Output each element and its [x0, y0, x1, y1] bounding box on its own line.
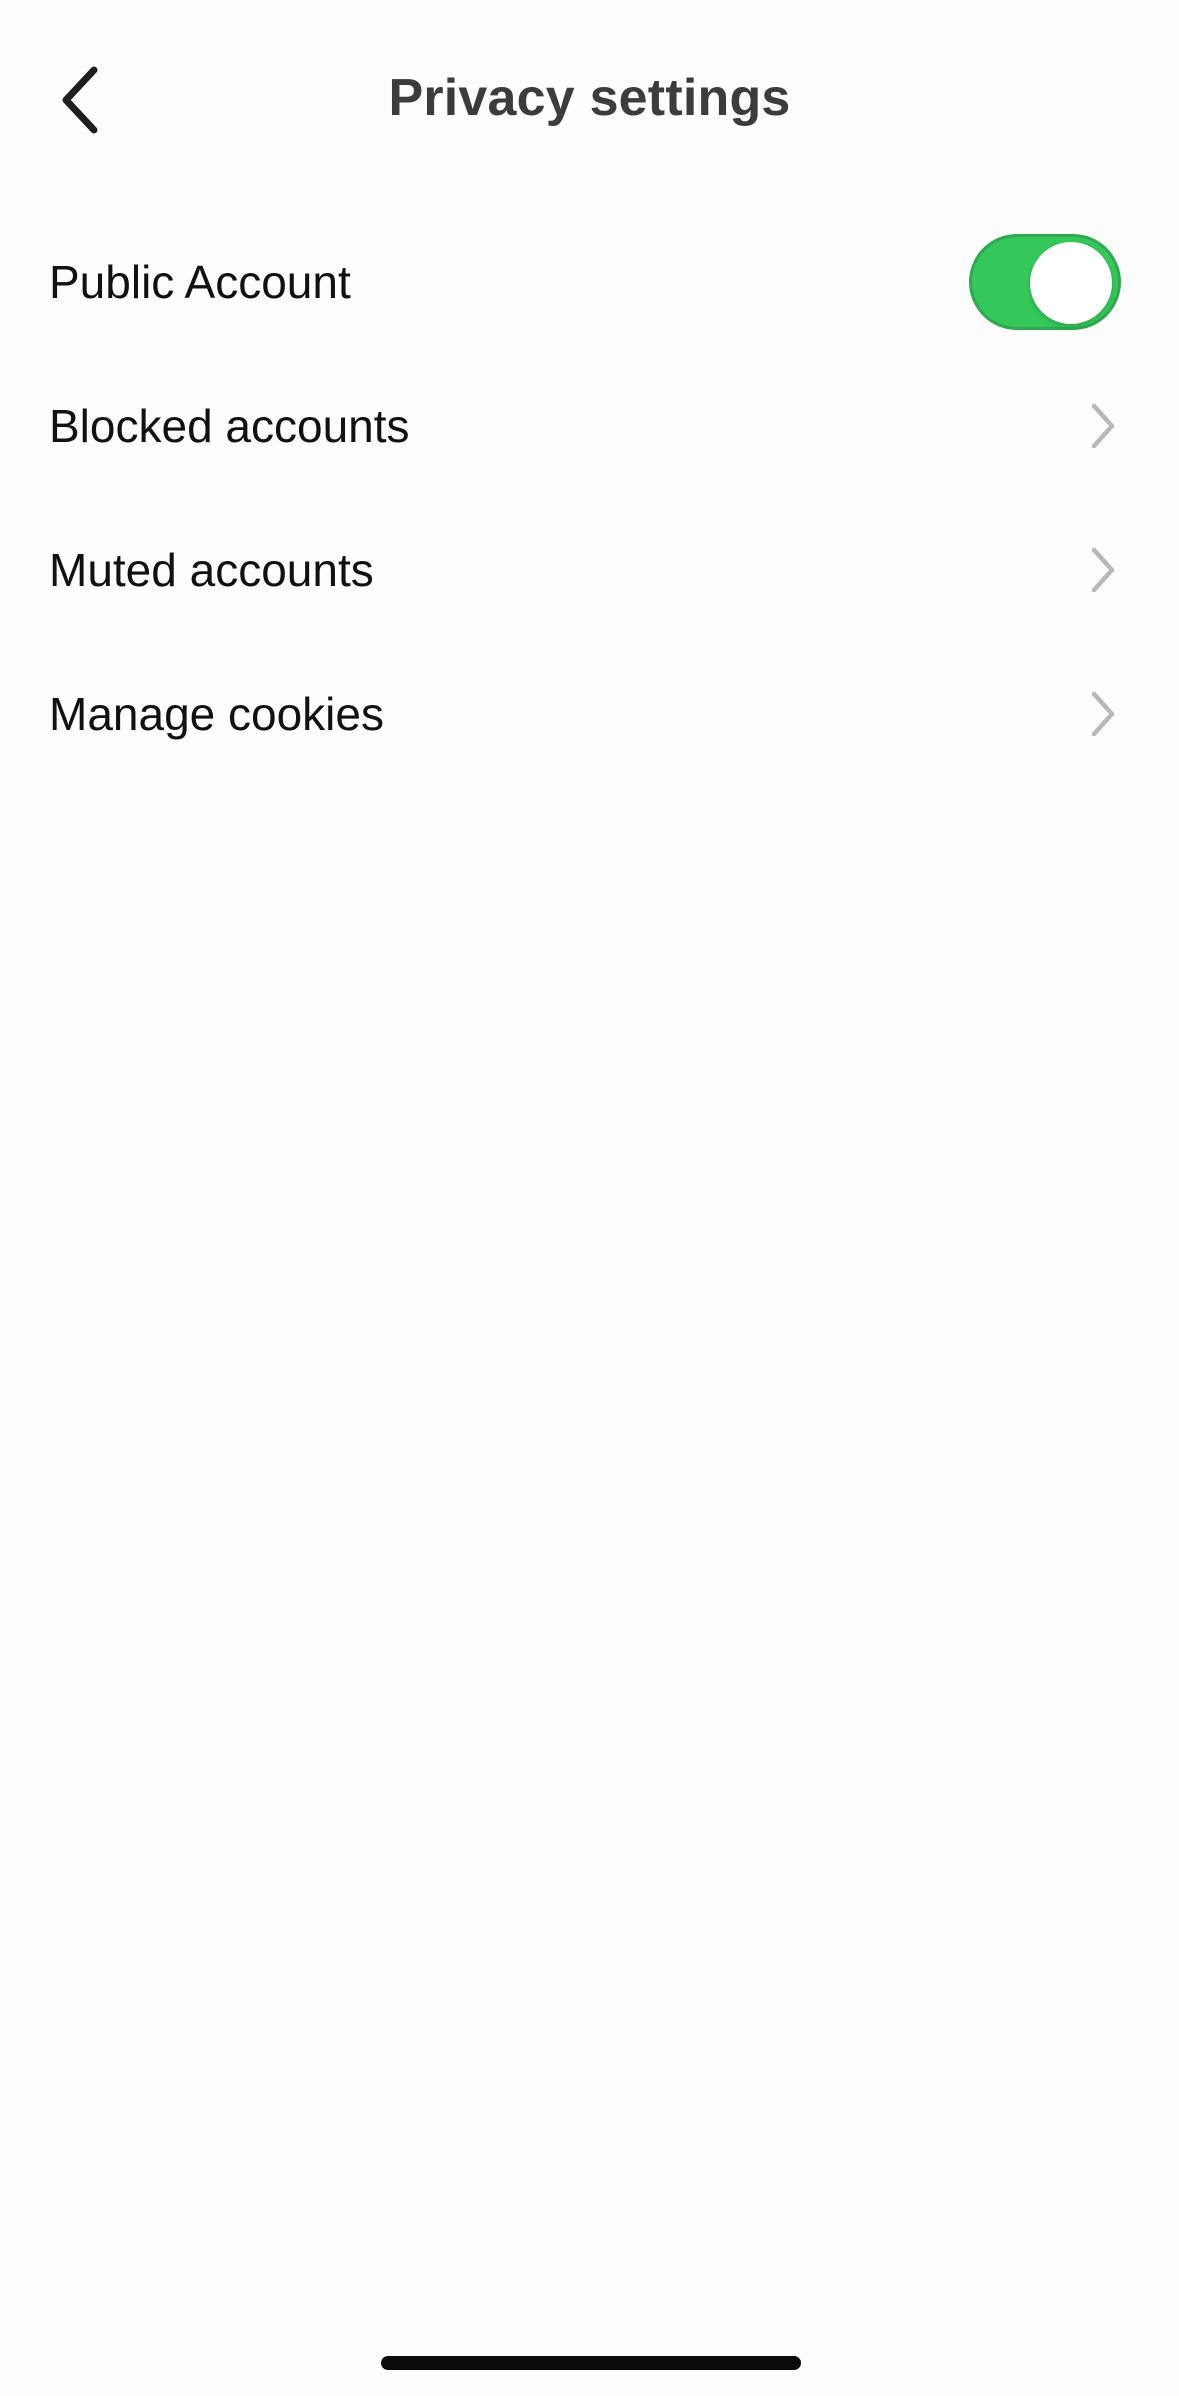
settings-item-label: Blocked accounts [49, 400, 410, 452]
toggle-knob [1030, 242, 1112, 324]
home-indicator [381, 2356, 801, 2370]
privacy-settings-screen: Privacy settings Public Account Blocked … [0, 0, 1179, 2396]
settings-list: Public Account Blocked accounts Muted ac… [0, 210, 1179, 786]
page-title: Privacy settings [388, 69, 791, 127]
chevron-right-icon [1085, 684, 1121, 744]
public-account-label: Public Account [49, 256, 351, 308]
settings-item-label: Muted accounts [49, 544, 374, 596]
public-account-row: Public Account [0, 210, 1179, 354]
chevron-right-icon [1085, 540, 1121, 600]
settings-item-blocked-accounts[interactable]: Blocked accounts [0, 354, 1179, 498]
settings-item-manage-cookies[interactable]: Manage cookies [0, 642, 1179, 786]
settings-item-muted-accounts[interactable]: Muted accounts [0, 498, 1179, 642]
chevron-right-icon [1085, 396, 1121, 456]
header: Privacy settings [0, 40, 1179, 160]
settings-item-label: Manage cookies [49, 688, 384, 740]
public-account-toggle[interactable] [969, 234, 1121, 330]
